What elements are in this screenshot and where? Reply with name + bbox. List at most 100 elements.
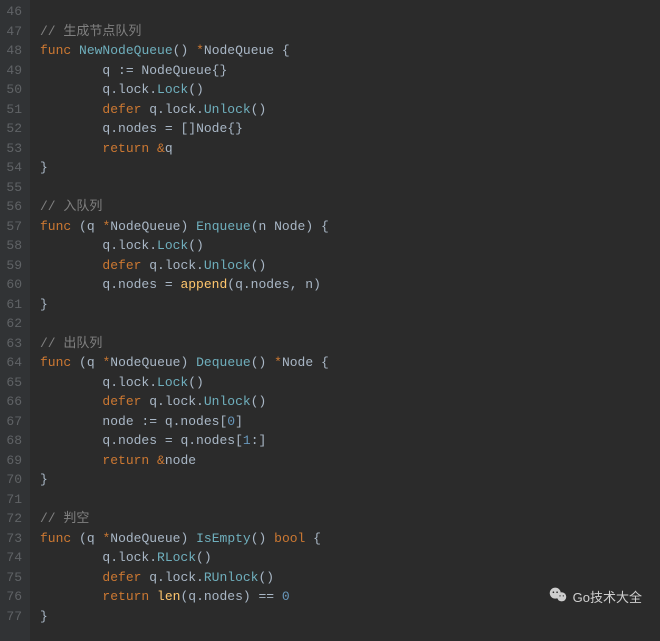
code-line[interactable]: q.nodes = q.nodes[1:] — [40, 431, 660, 451]
token-brace: ] — [235, 414, 243, 429]
token-kw: func — [40, 219, 71, 234]
code-line[interactable]: q.nodes = append(q.nodes, n) — [40, 275, 660, 295]
code-line[interactable]: q.nodes = []Node{} — [40, 119, 660, 139]
token-brace: { — [321, 219, 329, 234]
token-kw: defer — [102, 258, 141, 273]
token-ident: q — [87, 219, 103, 234]
code-line[interactable]: q := NodeQueue{} — [40, 61, 660, 81]
code-line[interactable]: } — [40, 158, 660, 178]
token-ident: NodeQueue — [110, 219, 180, 234]
code-line[interactable]: defer q.lock.Unlock() — [40, 256, 660, 276]
code-line[interactable] — [40, 178, 660, 198]
code-line[interactable]: func (q *NodeQueue) Enqueue(n Node) { — [40, 217, 660, 237]
token-kw: defer — [102, 102, 141, 117]
line-number: 73 — [4, 529, 22, 549]
token-paren: () — [251, 258, 267, 273]
code-line[interactable]: q.lock.Lock() — [40, 80, 660, 100]
token-tok — [274, 589, 282, 604]
code-line[interactable] — [40, 490, 660, 510]
token-tok — [40, 394, 102, 409]
line-number: 69 — [4, 451, 22, 471]
token-tok — [188, 219, 196, 234]
code-line[interactable]: func NewNodeQueue() *NodeQueue { — [40, 41, 660, 61]
token-paren: ( — [79, 219, 87, 234]
token-tok — [40, 141, 102, 156]
line-number: 75 — [4, 568, 22, 588]
code-line[interactable]: q.lock.Lock() — [40, 236, 660, 256]
token-ident: q.nodes — [188, 589, 243, 604]
token-kw: return — [102, 589, 149, 604]
token-tok — [40, 102, 102, 117]
token-tok — [149, 141, 157, 156]
code-line[interactable]: defer q.lock.Unlock() — [40, 100, 660, 120]
line-number: 64 — [4, 353, 22, 373]
token-tok — [149, 453, 157, 468]
token-paren: () — [173, 43, 189, 58]
token-comment: // 判空 — [40, 511, 89, 526]
token-paren: ( — [79, 531, 87, 546]
code-line[interactable]: q.lock.RLock() — [40, 548, 660, 568]
code-line[interactable]: defer q.lock.Unlock() — [40, 392, 660, 412]
line-number: 72 — [4, 509, 22, 529]
code-line[interactable]: // 入队列 — [40, 197, 660, 217]
code-line[interactable]: q.lock.Lock() — [40, 373, 660, 393]
line-number: 54 — [4, 158, 22, 178]
line-number: 48 — [4, 41, 22, 61]
token-tok: q.nodes — [40, 433, 165, 448]
line-number-gutter: 4647484950515253545556575859606162636465… — [0, 0, 30, 641]
token-tok — [266, 531, 274, 546]
token-tok — [149, 589, 157, 604]
code-line[interactable]: // 判空 — [40, 509, 660, 529]
token-fn: RLock — [157, 550, 196, 565]
token-tok — [188, 43, 196, 58]
token-tok: q.lock. — [141, 570, 203, 585]
code-line[interactable]: return &q — [40, 139, 660, 159]
token-kw: return — [102, 141, 149, 156]
code-line[interactable] — [40, 314, 660, 334]
token-paren: ) — [313, 277, 321, 292]
token-paren: () — [188, 238, 204, 253]
line-number: 68 — [4, 431, 22, 451]
line-number: 53 — [4, 139, 22, 159]
code-line[interactable]: func (q *NodeQueue) Dequeue() *Node { — [40, 353, 660, 373]
token-tok — [40, 258, 102, 273]
code-line[interactable]: } — [40, 295, 660, 315]
token-brace: } — [40, 472, 48, 487]
token-comment: // 出队列 — [40, 336, 102, 351]
token-num: 1 — [243, 433, 251, 448]
code-line[interactable] — [40, 2, 660, 22]
token-tok: q.lock. — [141, 102, 203, 117]
code-line[interactable]: func (q *NodeQueue) IsEmpty() bool { — [40, 529, 660, 549]
line-number: 56 — [4, 197, 22, 217]
token-tok — [305, 531, 313, 546]
token-tok — [188, 355, 196, 370]
code-line[interactable]: } — [40, 470, 660, 490]
token-builtin: len — [157, 589, 180, 604]
code-line[interactable]: // 出队列 — [40, 334, 660, 354]
code-line[interactable]: return &node — [40, 451, 660, 471]
code-line[interactable]: node := q.nodes[0] — [40, 412, 660, 432]
wechat-icon — [547, 584, 569, 609]
code-line[interactable]: } — [40, 607, 660, 627]
token-ident: Node — [282, 355, 313, 370]
line-number: 50 — [4, 80, 22, 100]
token-fn: Unlock — [204, 102, 251, 117]
token-brace: } — [40, 609, 48, 624]
token-op: = — [165, 121, 173, 136]
token-tok — [71, 355, 79, 370]
token-tok: q.lock. — [141, 394, 203, 409]
token-tok: q.nodes — [40, 121, 165, 136]
line-number: 66 — [4, 392, 22, 412]
token-builtin: append — [180, 277, 227, 292]
token-brace: } — [40, 160, 48, 175]
watermark: Go技术大全 — [547, 584, 642, 609]
token-tok: q.nodes — [173, 433, 235, 448]
code-line[interactable]: // 生成节点队列 — [40, 22, 660, 42]
token-ident: Node — [196, 121, 227, 136]
code-area[interactable]: // 生成节点队列func NewNodeQueue() *NodeQueue … — [30, 0, 660, 641]
token-brace: [] — [180, 121, 196, 136]
line-number: 74 — [4, 548, 22, 568]
token-ident: q — [87, 355, 103, 370]
line-number: 57 — [4, 217, 22, 237]
line-number: 47 — [4, 22, 22, 42]
